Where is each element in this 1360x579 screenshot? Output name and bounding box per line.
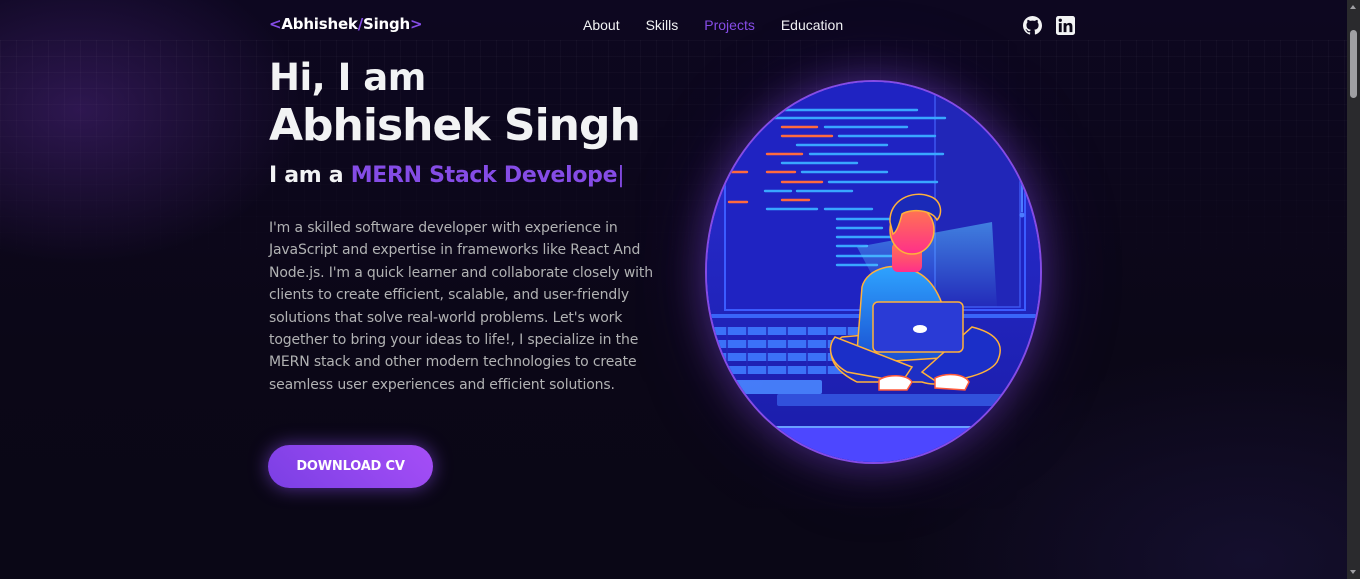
logo-first-name: Abhishek — [281, 15, 358, 33]
developer-with-laptop-illustration — [707, 82, 1040, 462]
download-cv-button[interactable]: DOWNLOAD CV — [268, 445, 433, 488]
logo-last-name: Singh — [362, 15, 411, 33]
hero-illustration — [705, 80, 1042, 464]
nav-link-education[interactable]: Education — [781, 17, 843, 33]
linkedin-icon[interactable] — [1056, 16, 1075, 35]
role-prefix: I am a — [269, 163, 344, 188]
navbar: <Abhishek/Singh> About Skills Projects E… — [0, 0, 1347, 50]
nav-link-about[interactable]: About — [583, 17, 620, 33]
hero-description: I'm a skilled software developer with ex… — [269, 220, 653, 393]
github-icon[interactable] — [1023, 16, 1042, 35]
scroll-thumb[interactable] — [1350, 30, 1357, 98]
nav-links: About Skills Projects Education — [583, 17, 869, 33]
nav-link-projects[interactable]: Projects — [704, 17, 755, 33]
hero-text: Hi, I am Abhishek Singh I am a MERN Stac… — [269, 55, 669, 396]
hero-greeting: Hi, I am — [269, 56, 426, 99]
page-scrollbar[interactable] — [1347, 0, 1360, 579]
background-grid — [0, 40, 1347, 300]
role-typed-text: MERN Stack Develope — [350, 163, 618, 188]
logo-open-bracket: < — [269, 15, 282, 33]
hero-role: I am a MERN Stack Develope| — [269, 161, 669, 191]
logo[interactable]: <Abhishek/Singh> — [269, 15, 423, 33]
scroll-up-arrow-icon[interactable] — [1350, 5, 1356, 9]
typing-cursor: | — [617, 163, 625, 188]
nav-link-skills[interactable]: Skills — [646, 17, 679, 33]
hero-name: Abhishek Singh — [269, 100, 641, 151]
scroll-down-arrow-icon[interactable] — [1350, 570, 1356, 574]
logo-close-bracket: > — [410, 15, 423, 33]
